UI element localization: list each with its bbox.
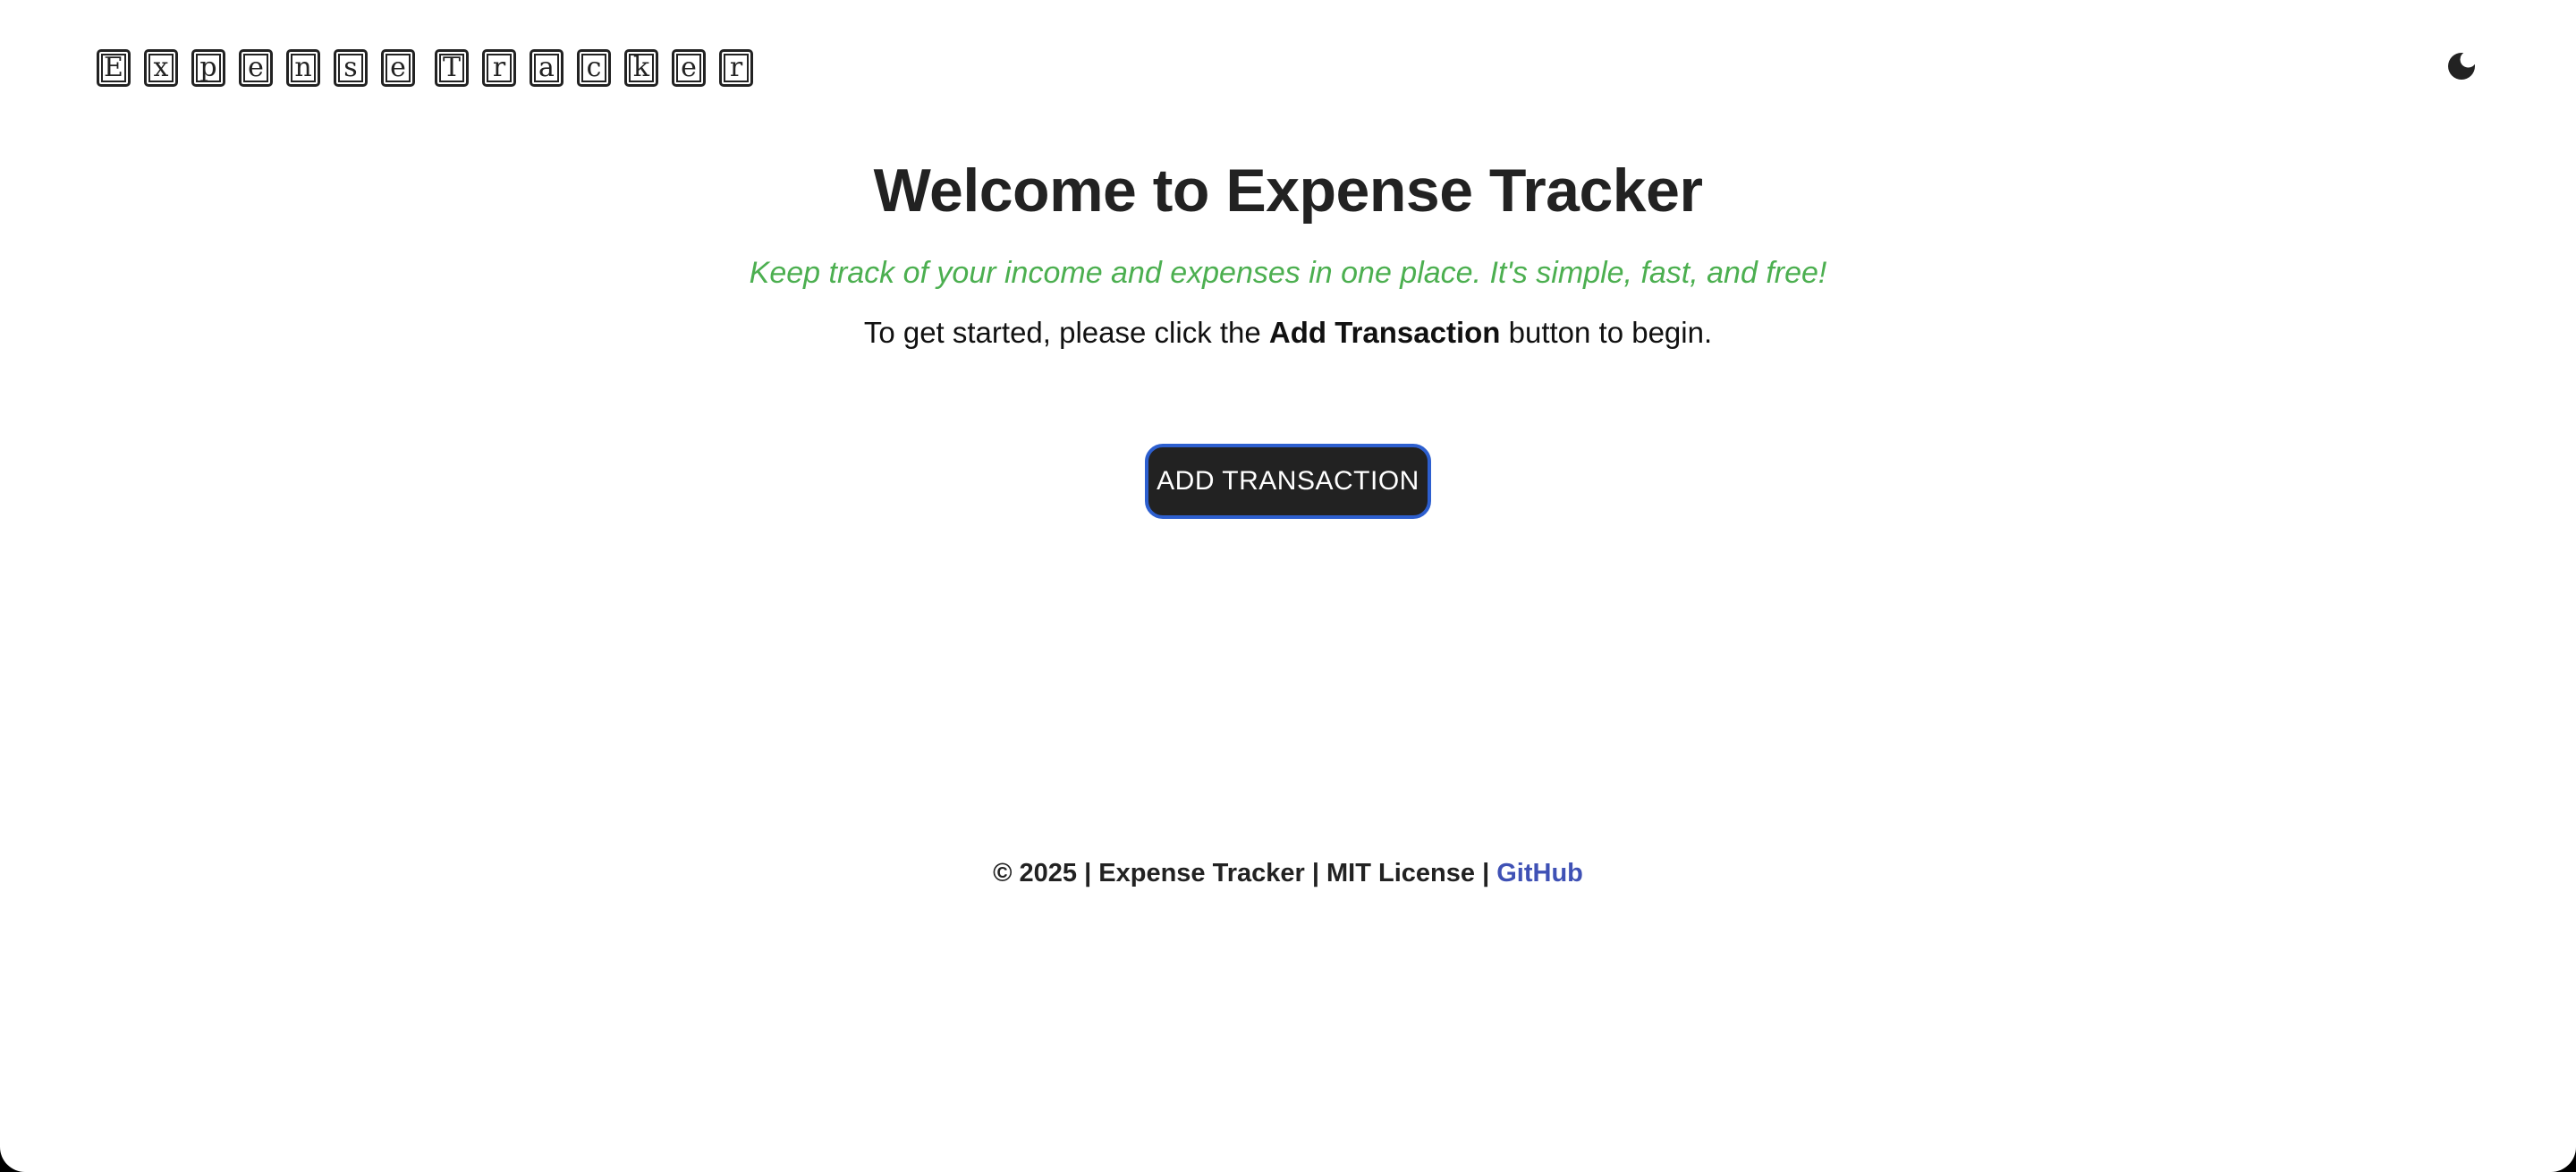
add-transaction-button[interactable]: ADD TRANSACTION bbox=[1145, 444, 1431, 519]
app-header: E x p e n s e T r a c k e r bbox=[0, 0, 2576, 134]
main-content: Welcome to Expense Tracker Keep track of… bbox=[0, 134, 2576, 519]
logo-letter: a bbox=[530, 49, 564, 87]
tagline: Keep track of your income and expenses i… bbox=[749, 256, 1827, 290]
github-link[interactable]: GitHub bbox=[1496, 859, 1583, 887]
instructions-text: To get started, please click the Add Tra… bbox=[0, 316, 2576, 350]
logo-letter: x bbox=[144, 49, 178, 87]
logo-letter: e bbox=[239, 49, 273, 87]
logo-letter: e bbox=[672, 49, 706, 87]
logo-letter: c bbox=[577, 49, 611, 87]
app-footer: © 2025 | Expense Tracker | MIT License |… bbox=[0, 859, 2576, 888]
logo-letter: r bbox=[719, 49, 753, 87]
instructions-button-name: Add Transaction bbox=[1268, 316, 1501, 349]
theme-toggle-button[interactable] bbox=[2440, 45, 2483, 88]
footer-copyright: © 2025 | Expense Tracker | MIT License | bbox=[993, 859, 1497, 887]
logo-letter: p bbox=[191, 49, 225, 87]
logo-letter: T bbox=[435, 49, 469, 87]
logo-letter: k bbox=[624, 49, 658, 87]
instructions-suffix: button to begin. bbox=[1500, 316, 1713, 349]
logo-letter: r bbox=[482, 49, 516, 87]
logo-letter: n bbox=[286, 49, 320, 87]
logo-letter: e bbox=[381, 49, 415, 87]
instructions-prefix: To get started, please click the bbox=[863, 316, 1269, 349]
page-title: Welcome to Expense Tracker bbox=[873, 157, 1703, 225]
logo-letter: s bbox=[334, 49, 368, 87]
app-logo[interactable]: E x p e n s e T r a c k e r bbox=[97, 47, 767, 89]
app-page: E x p e n s e T r a c k e r Welcome to E… bbox=[0, 0, 2576, 1172]
moon-icon bbox=[2448, 53, 2475, 80]
logo-letter: E bbox=[97, 49, 131, 87]
